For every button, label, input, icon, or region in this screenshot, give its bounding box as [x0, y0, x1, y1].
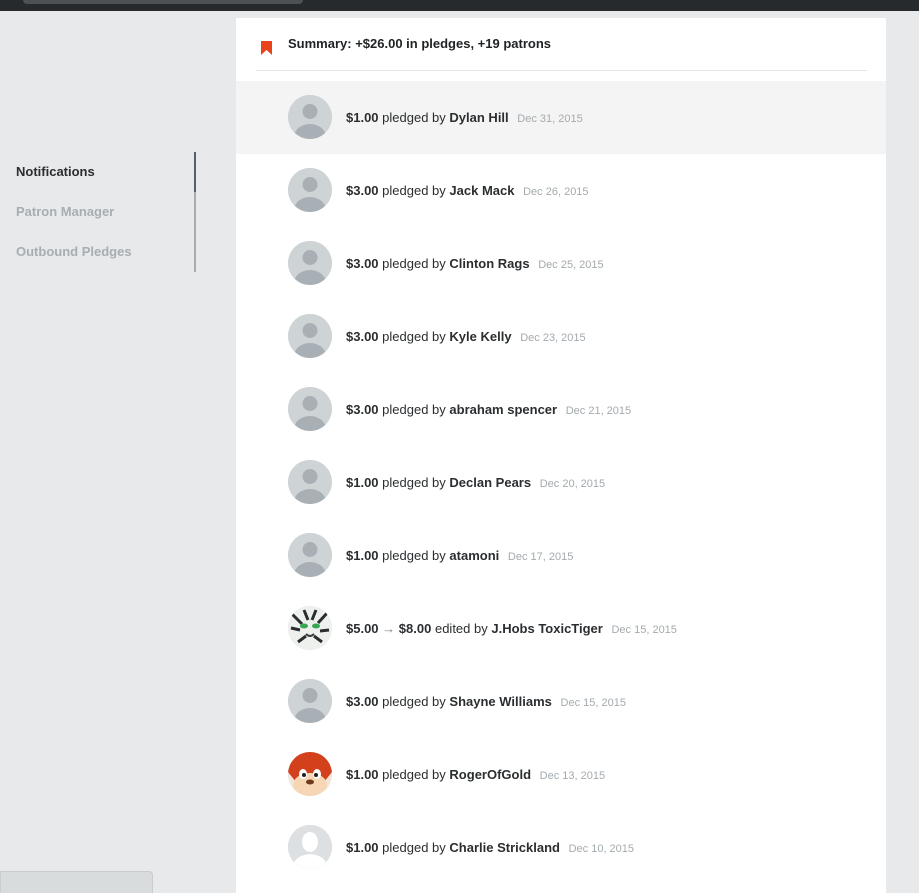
- pledge-date: Dec 15, 2015: [560, 697, 626, 709]
- avatar[interactable]: [288, 825, 332, 869]
- sidebar-item-outbound-pledges[interactable]: Outbound Pledges: [16, 244, 132, 259]
- sidebar-item-patron-manager[interactable]: Patron Manager: [16, 204, 114, 219]
- pledge-amount: $1.00: [346, 475, 379, 490]
- feed-row[interactable]: $5.00 → $8.00 edited by J.Hobs ToxicTige…: [236, 592, 886, 665]
- pledge-verb: pledged by: [382, 548, 446, 563]
- feed-row[interactable]: $3.00 pledged by Jack Mack Dec 26, 2015: [236, 154, 886, 227]
- feed-line: $1.00 pledged by Dylan Hill Dec 31, 2015: [346, 110, 583, 125]
- feed-row[interactable]: $1.00 pledged by RogerOfGold Dec 13, 201…: [236, 738, 886, 811]
- patron-name[interactable]: Jack Mack: [449, 183, 514, 198]
- patron-name[interactable]: Declan Pears: [449, 475, 531, 490]
- patron-name[interactable]: Kyle Kelly: [449, 329, 511, 344]
- patron-name[interactable]: RogerOfGold: [449, 767, 531, 782]
- avatar[interactable]: [288, 606, 332, 650]
- pledge-date: Dec 13, 2015: [539, 770, 606, 782]
- feed-line: $1.00 pledged by Declan Pears Dec 20, 20…: [346, 475, 605, 490]
- pledge-verb: pledged by: [382, 767, 446, 782]
- patron-name[interactable]: Charlie Strickland: [449, 840, 560, 855]
- feed-line: $3.00 pledged by abraham spencer Dec 21,…: [346, 402, 631, 417]
- pledge-amount: $3.00: [346, 402, 379, 417]
- avatar[interactable]: [288, 533, 332, 577]
- search-bar[interactable]: [23, 0, 303, 4]
- feed-line: $1.00 pledged by atamoni Dec 17, 2015: [346, 548, 573, 563]
- summary-header: Summary: +$26.00 in pledges, +19 patrons: [256, 18, 867, 71]
- feed-row[interactable]: $1.00 pledged by atamoni Dec 17, 2015: [236, 519, 886, 592]
- pledge-date: Dec 20, 2015: [539, 478, 606, 490]
- pledge-date: Dec 10, 2015: [568, 843, 635, 855]
- pledge-verb: pledged by: [382, 694, 446, 709]
- pledge-amount: $1.00: [346, 840, 379, 855]
- feed-line: $3.00 pledged by Kyle Kelly Dec 23, 2015: [346, 329, 586, 344]
- feed-line: $3.00 pledged by Jack Mack Dec 26, 2015: [346, 183, 589, 198]
- patron-name[interactable]: atamoni: [449, 548, 499, 563]
- pledge-verb: pledged by: [382, 475, 446, 490]
- pledge-amount: $3.00: [346, 694, 379, 709]
- sidebar-item-notifications[interactable]: Notifications: [16, 164, 95, 179]
- pledge-date: Dec 15, 2015: [611, 624, 677, 636]
- arrow-right-icon: →: [382, 621, 396, 636]
- feed-row[interactable]: $1.00 pledged by Declan Pears Dec 20, 20…: [236, 446, 886, 519]
- patron-name[interactable]: Shayne Williams: [449, 694, 551, 709]
- pledge-verb: pledged by: [382, 256, 446, 271]
- avatar[interactable]: [288, 387, 332, 431]
- pledge-date: Dec 21, 2015: [565, 405, 632, 417]
- pledge-amount: $5.00: [346, 621, 379, 636]
- pledge-amount: $1.00: [346, 767, 379, 782]
- pledge-amount: $3.00: [346, 329, 379, 344]
- feed-row[interactable]: $1.00 pledged by Dylan Hill Dec 31, 2015: [236, 81, 886, 154]
- pledge-amount-new: $8.00: [398, 621, 432, 636]
- feed-row[interactable]: $3.00 pledged by abraham spencer Dec 21,…: [236, 373, 886, 446]
- pledge-verb: pledged by: [382, 329, 446, 344]
- patron-name[interactable]: abraham spencer: [449, 402, 557, 417]
- avatar[interactable]: [288, 95, 332, 139]
- feed-line: $1.00 pledged by Charlie Strickland Dec …: [346, 840, 634, 855]
- pledge-verb: pledged by: [382, 402, 446, 417]
- bottom-tab[interactable]: [0, 871, 153, 893]
- pledge-verb: pledged by: [382, 110, 446, 125]
- avatar[interactable]: [288, 241, 332, 285]
- pledge-date: Dec 17, 2015: [507, 551, 574, 563]
- feed-line: $1.00 pledged by RogerOfGold Dec 13, 201…: [346, 767, 605, 782]
- feed-line: $3.00 pledged by Clinton Rags Dec 25, 20…: [346, 256, 604, 271]
- pledge-date: Dec 23, 2015: [520, 332, 586, 344]
- pledge-amount: $1.00: [346, 548, 379, 563]
- sidebar-nav: Notifications Patron Manager Outbound Pl…: [0, 152, 196, 272]
- pledge-amount: $3.00: [346, 256, 379, 271]
- avatar[interactable]: [288, 314, 332, 358]
- patron-name[interactable]: Dylan Hill: [449, 110, 508, 125]
- pledge-verb: pledged by: [382, 840, 446, 855]
- avatar[interactable]: [288, 752, 332, 796]
- pledge-verb: pledged by: [382, 183, 446, 198]
- pledge-amount: $3.00: [346, 183, 379, 198]
- feed-row[interactable]: $1.00 pledged by Charlie Strickland Dec …: [236, 811, 886, 884]
- pledge-date: Dec 25, 2015: [538, 259, 604, 271]
- feed-row[interactable]: $3.00 pledged by Shayne Williams Dec 15,…: [236, 665, 886, 738]
- feed-line: $5.00 → $8.00 edited by J.Hobs ToxicTige…: [346, 621, 677, 636]
- top-navigation-bar: [0, 0, 919, 11]
- pledge-date: Dec 26, 2015: [523, 186, 589, 198]
- active-item-indicator: [194, 152, 196, 192]
- summary-text: Summary: +$26.00 in pledges, +19 patrons: [288, 36, 552, 51]
- patron-name[interactable]: Clinton Rags: [449, 256, 529, 271]
- feed-row[interactable]: $3.00 pledged by Kyle Kelly Dec 23, 2015: [236, 300, 886, 373]
- patron-name[interactable]: J.Hobs ToxicTiger: [491, 621, 603, 636]
- bookmark-icon: [261, 41, 272, 55]
- feed-row[interactable]: $3.00 pledged by Clinton Rags Dec 25, 20…: [236, 227, 886, 300]
- avatar[interactable]: [288, 679, 332, 723]
- pledge-verb: edited by: [434, 621, 488, 636]
- avatar[interactable]: [288, 168, 332, 212]
- pledge-date: Dec 31, 2015: [517, 113, 583, 125]
- avatar[interactable]: [288, 460, 332, 504]
- feed-line: $3.00 pledged by Shayne Williams Dec 15,…: [346, 694, 626, 709]
- pledge-amount: $1.00: [346, 110, 379, 125]
- notifications-panel: Summary: +$26.00 in pledges, +19 patrons…: [236, 18, 886, 893]
